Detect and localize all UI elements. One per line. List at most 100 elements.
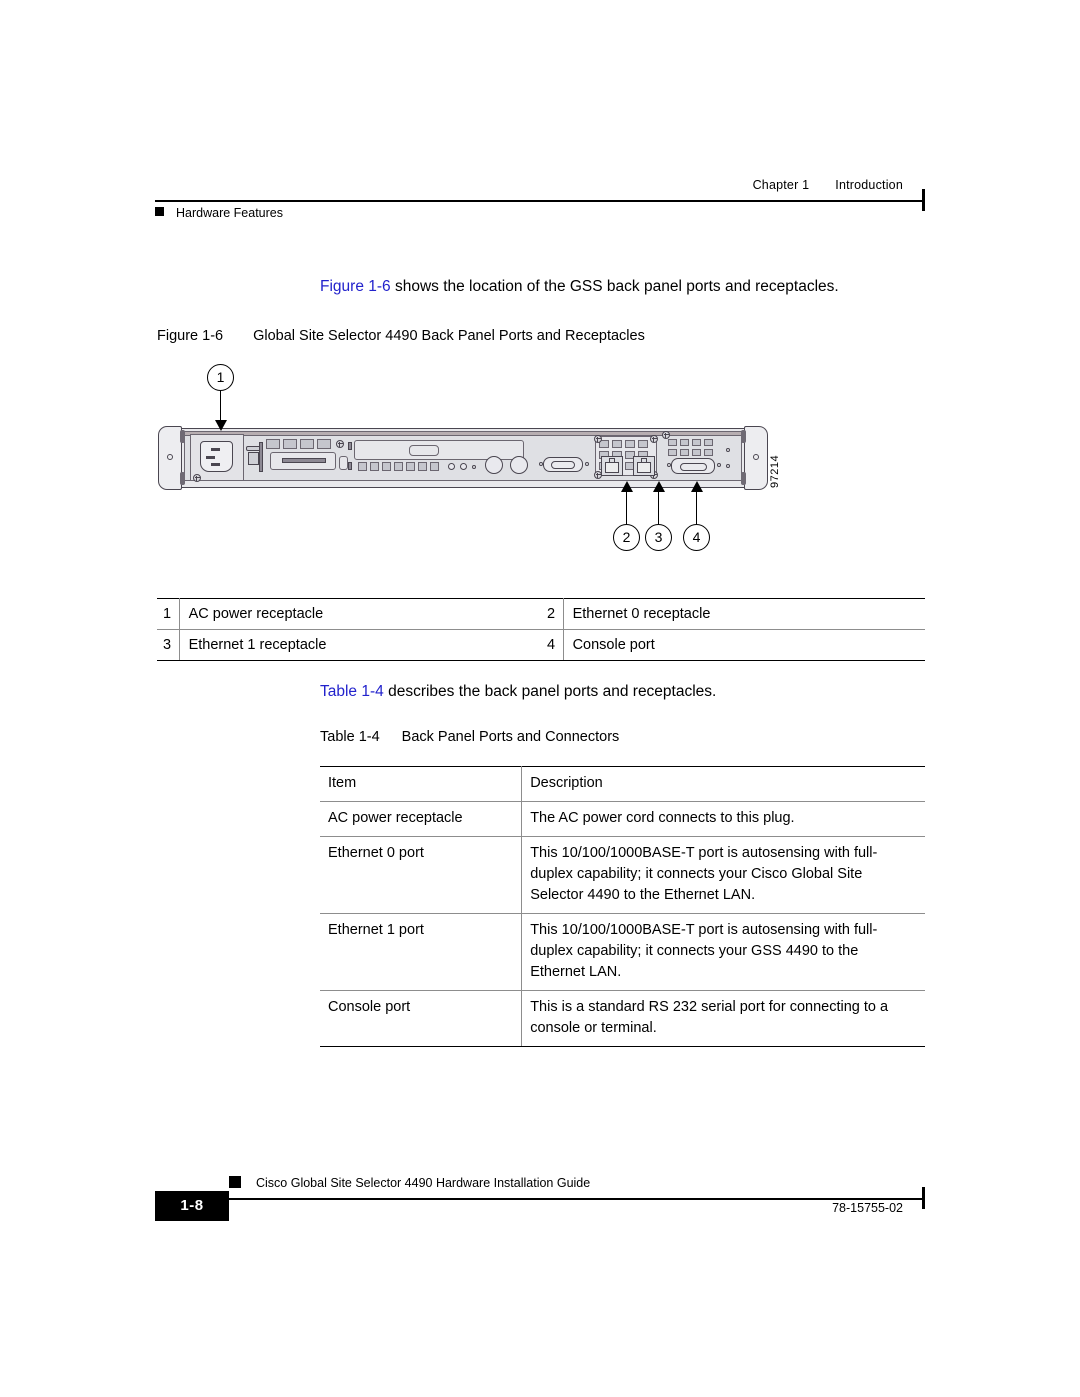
screw-power-bay <box>193 474 201 482</box>
cell-description: This 10/100/1000BASE-T port is autosensi… <box>521 913 925 991</box>
screw-upper-left <box>336 440 344 448</box>
callout-4: 4 <box>683 524 710 551</box>
chassis-rear-view: 97214 <box>158 426 781 490</box>
vent-square <box>612 440 622 448</box>
vent-square <box>704 439 713 446</box>
vent-square <box>430 462 439 471</box>
footer-guide-title: Cisco Global Site Selector 4490 Hardware… <box>256 1176 591 1190</box>
figure-caption: Figure 1-6 Global Site Selector 4490 Back… <box>157 328 645 344</box>
legend-number: 3 <box>157 629 180 661</box>
callout-1-leader <box>219 391 222 423</box>
screw-fan-panel-tl <box>594 435 602 443</box>
figure-legend-table: 1 AC power receptacle 2 Ethernet 0 recep… <box>157 598 925 661</box>
callout-3-arrowhead-icon <box>652 481 665 492</box>
vent-square <box>317 439 331 449</box>
table-row: 1 AC power receptacle 2 Ethernet 0 recep… <box>157 598 925 630</box>
table-row: Ethernet 0 port This 10/100/1000BASE-T p… <box>320 836 925 914</box>
figure-caption-label: Figure 1-6 <box>157 328 224 344</box>
figure-cross-reference-link[interactable]: Figure 1-6 <box>320 278 391 295</box>
vent-square <box>266 439 280 449</box>
table-caption: Table 1-4 Back Panel Ports and Connectors <box>320 729 619 745</box>
rj45-contact-area <box>605 462 619 473</box>
cell-description: This is a standard RS 232 serial port fo… <box>521 990 925 1047</box>
vent-square <box>406 462 415 471</box>
legend-label: AC power receptacle <box>179 598 541 630</box>
back-panel-illustration: 1 2 3 4 97214 <box>155 362 815 567</box>
ac-pin-top <box>211 448 220 451</box>
table-row: 3 Ethernet 1 receptacle 4 Console port <box>157 629 925 661</box>
round-port-2 <box>510 456 528 474</box>
indicator-hole-1 <box>448 463 455 470</box>
vent-square <box>625 440 635 448</box>
ear-clip-bottom-left <box>180 472 185 485</box>
figure-intro-text: shows the location of the GSS back panel… <box>390 278 839 295</box>
callout-3-leader <box>657 491 660 524</box>
header-topic-label: Hardware Features <box>176 206 283 220</box>
vent-square <box>638 440 648 448</box>
page-number-badge: 1-8 <box>155 1191 229 1221</box>
cell-description: The AC power cord connects to this plug. <box>521 801 925 837</box>
scsi-connector-slot <box>282 458 326 463</box>
video-screw-left <box>539 462 543 466</box>
header-endmark <box>922 189 925 211</box>
io-panel-hole-1 <box>726 448 730 452</box>
ear-clip-bottom-right <box>741 472 746 485</box>
expansion-card-handle <box>409 445 439 456</box>
vent-square <box>668 439 677 446</box>
video-connector <box>543 457 583 472</box>
table-row: Ethernet 1 port This 10/100/1000BASE-T p… <box>320 913 925 991</box>
legend-label: Console port <box>563 629 925 661</box>
video-screw-right <box>585 462 589 466</box>
column-header-item: Item <box>320 766 523 802</box>
vent-square <box>358 462 367 471</box>
legend-number: 2 <box>540 598 564 630</box>
io-shield-tab <box>339 456 348 470</box>
vent-square <box>382 462 391 471</box>
console-screw-right <box>717 463 721 467</box>
ac-pin-left <box>206 456 215 459</box>
card-retainer-upper <box>348 442 352 450</box>
round-port-1 <box>485 456 503 474</box>
figure-intro-sentence: Figure 1-6 shows the location of the GSS… <box>320 277 930 297</box>
rack-ear-left <box>158 426 182 490</box>
square-bullet-icon <box>155 207 164 216</box>
vent-square <box>283 439 297 449</box>
vent-square <box>680 439 689 446</box>
callout-2: 2 <box>613 524 640 551</box>
page-header: Chapter 1 Introduction Hardware Features <box>155 178 925 228</box>
rack-ear-hole-right <box>753 454 759 460</box>
table-row: AC power receptacle The AC power cord co… <box>320 801 925 837</box>
cell-description: This 10/100/1000BASE-T port is autosensi… <box>521 836 925 914</box>
callout-4-leader <box>695 491 698 524</box>
figure-caption-title: Global Site Selector 4490 Back Panel Por… <box>253 328 645 344</box>
vent-square <box>370 462 379 471</box>
callout-2-arrowhead-icon <box>620 481 633 492</box>
footer-rule <box>155 1198 925 1200</box>
rack-ear-right <box>744 426 768 490</box>
rack-ear-hole-left <box>167 454 173 460</box>
header-chapter: Chapter 1 Introduction <box>753 178 903 192</box>
header-chapter-title: Introduction <box>835 178 903 192</box>
callout-4-arrowhead-icon <box>690 481 703 492</box>
psu-thumbscrew <box>248 452 259 465</box>
column-header-description: Description <box>521 766 925 802</box>
cell-item: Ethernet 0 port <box>320 836 523 914</box>
screw-fan-panel-tr <box>650 435 658 443</box>
ear-clip-top-right <box>741 430 746 443</box>
footer-document-id: 78-15755-02 <box>832 1201 903 1215</box>
legend-label: Ethernet 1 receptacle <box>179 629 541 661</box>
vent-square <box>418 462 427 471</box>
callout-1: 1 <box>207 364 234 391</box>
rj45-contact-area <box>637 462 651 473</box>
table-cross-reference-link[interactable]: Table 1-4 <box>320 683 384 700</box>
screw-io-panel <box>662 431 670 439</box>
legend-number: 4 <box>540 629 564 661</box>
header-topic: Hardware Features <box>155 206 283 220</box>
back-panel-ports-table: Item Description AC power receptacle The… <box>320 766 925 1047</box>
vent-square <box>300 439 314 449</box>
psu-latch <box>259 442 263 472</box>
table-caption-title: Back Panel Ports and Connectors <box>401 729 620 745</box>
figure-graphic-id: 97214 <box>768 454 781 488</box>
ac-power-receptacle <box>200 441 233 472</box>
legend-label: Ethernet 0 receptacle <box>563 598 925 630</box>
